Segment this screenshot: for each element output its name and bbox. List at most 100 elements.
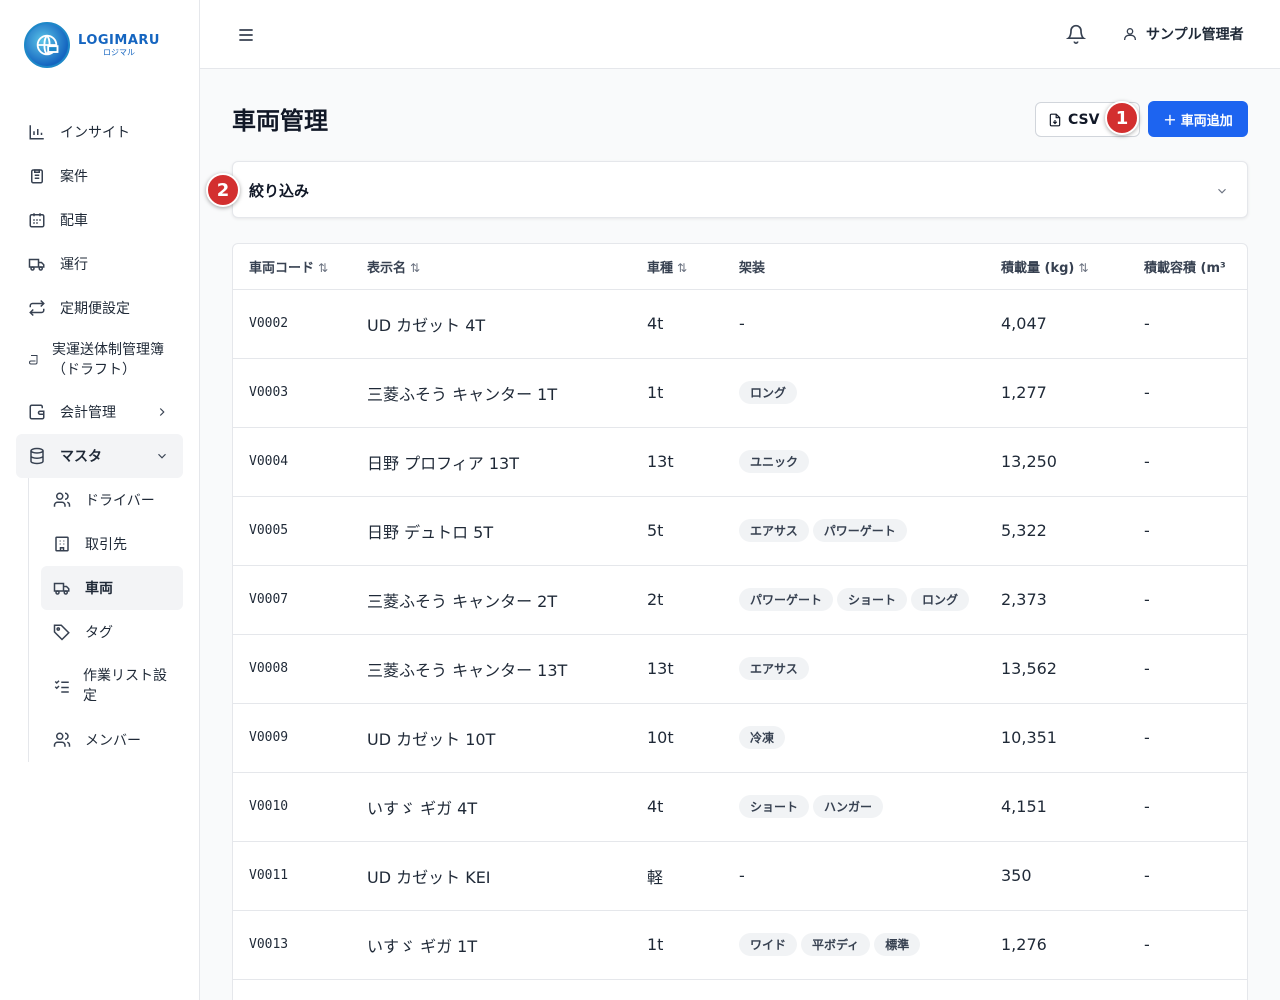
add-vehicle-button[interactable]: + 車両追加 xyxy=(1148,101,1248,137)
body-tag: 標準 xyxy=(874,933,921,956)
table-row[interactable]: V0009 UD カゼット 10T 10t 冷凍 10,351- xyxy=(233,703,1247,773)
cell-body: エアサス パワーゲート xyxy=(739,496,1001,566)
cell-volume: - xyxy=(1144,565,1247,635)
bell-icon[interactable] xyxy=(1065,24,1087,44)
bar-chart-icon xyxy=(28,123,46,141)
sidebar-item-insight[interactable]: インサイト xyxy=(16,110,183,154)
body-tag: エアサス xyxy=(739,519,809,542)
filter-panel[interactable]: 絞り込み xyxy=(232,161,1248,218)
cell-volume: - xyxy=(1144,358,1247,428)
cell-body: 冷凍 xyxy=(739,703,1001,773)
step-marker-1: 1 xyxy=(1105,101,1139,135)
cell-name: UD カゼット 10T xyxy=(367,703,647,773)
cell-type: 10t xyxy=(647,703,739,773)
table-row[interactable]: V0013 いすゞ ギガ 1T 1t ワイド 平ボディ 標準 1,276- xyxy=(233,910,1247,980)
cell-load: 4,047 xyxy=(1001,289,1144,359)
users-icon xyxy=(53,491,71,509)
table-row[interactable]: V0011 UD カゼット KEI 軽 -350- xyxy=(233,841,1247,911)
cell-body: - xyxy=(739,289,1001,359)
table-row[interactable]: V0002 UD カゼット 4T 4t -4,047- xyxy=(233,289,1247,359)
sidebar-item-transport-ledger[interactable]: 実運送体制管理簿（ドラフト） xyxy=(16,330,183,390)
table-header-row: 車両コード ⇅ 表示名 ⇅ 車種 ⇅ 架装 積載量 (kg) ⇅ 積載容積 (m³ xyxy=(233,244,1247,290)
cell-volume: - xyxy=(1144,289,1247,359)
top-header: サンプル管理者 xyxy=(200,0,1280,69)
table-row[interactable]: V0007 三菱ふそう キャンター 2T 2t パワーゲート ショート ロング 2,373- xyxy=(233,565,1247,635)
cell-body: ロング xyxy=(739,358,1001,428)
user-menu[interactable]: サンプル管理者 xyxy=(1122,24,1244,44)
table-row[interactable]: V0004 日野 プロフィア 13T 13t ユニック 13,250- xyxy=(233,427,1247,497)
cell-code: V0013 xyxy=(233,910,367,980)
sort-icon: ⇅ xyxy=(410,260,421,275)
cell-type: 4t xyxy=(647,289,739,359)
body-tag: ロング xyxy=(911,588,970,611)
column-header-load[interactable]: 積載量 (kg) ⇅ xyxy=(1001,244,1144,290)
sidebar-item-accounting[interactable]: 会計管理 xyxy=(16,390,183,434)
sidebar-item-projects[interactable]: 案件 xyxy=(16,154,183,198)
cell-name: いすゞ ギガ 4T xyxy=(367,772,647,842)
chevron-right-icon xyxy=(155,405,169,419)
cell-body: パワーゲート ショート ロング xyxy=(739,565,1001,635)
cell-load: 1,276 xyxy=(1001,910,1144,980)
sidebar-item-task-list-settings[interactable]: 作業リスト設定 xyxy=(41,654,183,718)
vehicle-table: 車両コード ⇅ 表示名 ⇅ 車種 ⇅ 架装 積載量 (kg) ⇅ 積載容積 (m³ V0… xyxy=(232,243,1248,1000)
sidebar-item-label: 案件 xyxy=(60,169,88,185)
chevron-down-icon xyxy=(155,449,169,463)
table-row[interactable]: V0008 三菱ふそう キャンター 13T 13t エアサス 13,562- xyxy=(233,634,1247,704)
sort-icon: ⇅ xyxy=(1078,260,1089,275)
scroll-icon xyxy=(28,354,40,366)
sidebar-item-label: タグ xyxy=(85,625,113,641)
sidebar-item-label: 実運送体制管理簿（ドラフト） xyxy=(52,342,164,378)
column-header-name[interactable]: 表示名 ⇅ xyxy=(367,244,647,290)
users-icon xyxy=(53,731,71,749)
cell-code: V0004 xyxy=(233,427,367,497)
cell-name: 三菱ふそう キャンター 2T xyxy=(367,565,647,635)
column-header-volume[interactable]: 積載容積 (m³ xyxy=(1144,244,1247,290)
page-title: 車両管理 xyxy=(232,107,328,135)
sidebar-item-label: インサイト xyxy=(60,125,130,141)
cell-type: 4t xyxy=(647,772,739,842)
cell-volume: - xyxy=(1144,496,1247,566)
master-submenu: ドライバー 取引先 車両 タグ 作業リスト設定 メンバー xyxy=(28,478,183,762)
sidebar-item-drivers[interactable]: ドライバー xyxy=(41,478,183,522)
truck-icon xyxy=(53,579,71,597)
column-header-code[interactable]: 車両コード ⇅ xyxy=(233,244,367,290)
sidebar-item-operations[interactable]: 運行 xyxy=(16,242,183,286)
cell-load: 5,322 xyxy=(1001,496,1144,566)
cell-load: 13,562 xyxy=(1001,634,1144,704)
sidebar-item-label: マスタ xyxy=(60,449,102,465)
table-body: V0002 UD カゼット 4T 4t -4,047- V0003 三菱ふそう キャンター… xyxy=(233,289,1247,980)
wallet-icon xyxy=(28,403,46,421)
chevron-down-icon xyxy=(1215,183,1229,197)
cell-type: 1t xyxy=(647,910,739,980)
body-tag: ショート xyxy=(739,795,810,818)
body-tag: エアサス xyxy=(739,657,809,680)
body-tag: ロング xyxy=(739,381,798,404)
cell-body: ユニック xyxy=(739,427,1001,497)
menu-icon[interactable] xyxy=(236,25,256,45)
cell-type: 13t xyxy=(647,634,739,704)
logo[interactable]: LOGIMARU ロジマル xyxy=(24,22,160,68)
cell-type: 13t xyxy=(647,427,739,497)
sidebar-item-dispatch[interactable]: 配車 xyxy=(16,198,183,242)
table-row[interactable]: V0005 日野 デュトロ 5T 5t エアサス パワーゲート 5,322- xyxy=(233,496,1247,566)
sidebar-item-schedule[interactable]: 定期便設定 xyxy=(16,286,183,330)
cell-body: ワイド 平ボディ 標準 xyxy=(739,910,1001,980)
database-icon xyxy=(28,447,46,465)
truck-icon xyxy=(28,255,46,273)
sidebar-item-vehicles[interactable]: 車両 xyxy=(41,566,183,610)
cell-load: 10,351 xyxy=(1001,703,1144,773)
sidebar-item-tags[interactable]: タグ xyxy=(41,610,183,654)
sidebar-item-members[interactable]: メンバー xyxy=(41,718,183,762)
body-tag: ハンガー xyxy=(813,795,884,818)
table-row[interactable]: V0003 三菱ふそう キャンター 1T 1t ロング 1,277- xyxy=(233,358,1247,428)
sidebar-item-clients[interactable]: 取引先 xyxy=(41,522,183,566)
cell-code: V0005 xyxy=(233,496,367,566)
cell-code: V0002 xyxy=(233,289,367,359)
body-tag: パワーゲート xyxy=(812,519,907,542)
column-header-body: 架装 xyxy=(739,244,1001,290)
logo-subtitle: ロジマル xyxy=(102,47,135,57)
table-row[interactable]: V0010 いすゞ ギガ 4T 4t ショート ハンガー 4,151- xyxy=(233,772,1247,842)
sidebar-item-master[interactable]: マスタ xyxy=(16,434,183,478)
sidebar-item-label: 車両 xyxy=(85,581,113,597)
column-header-type[interactable]: 車種 ⇅ xyxy=(647,244,739,290)
